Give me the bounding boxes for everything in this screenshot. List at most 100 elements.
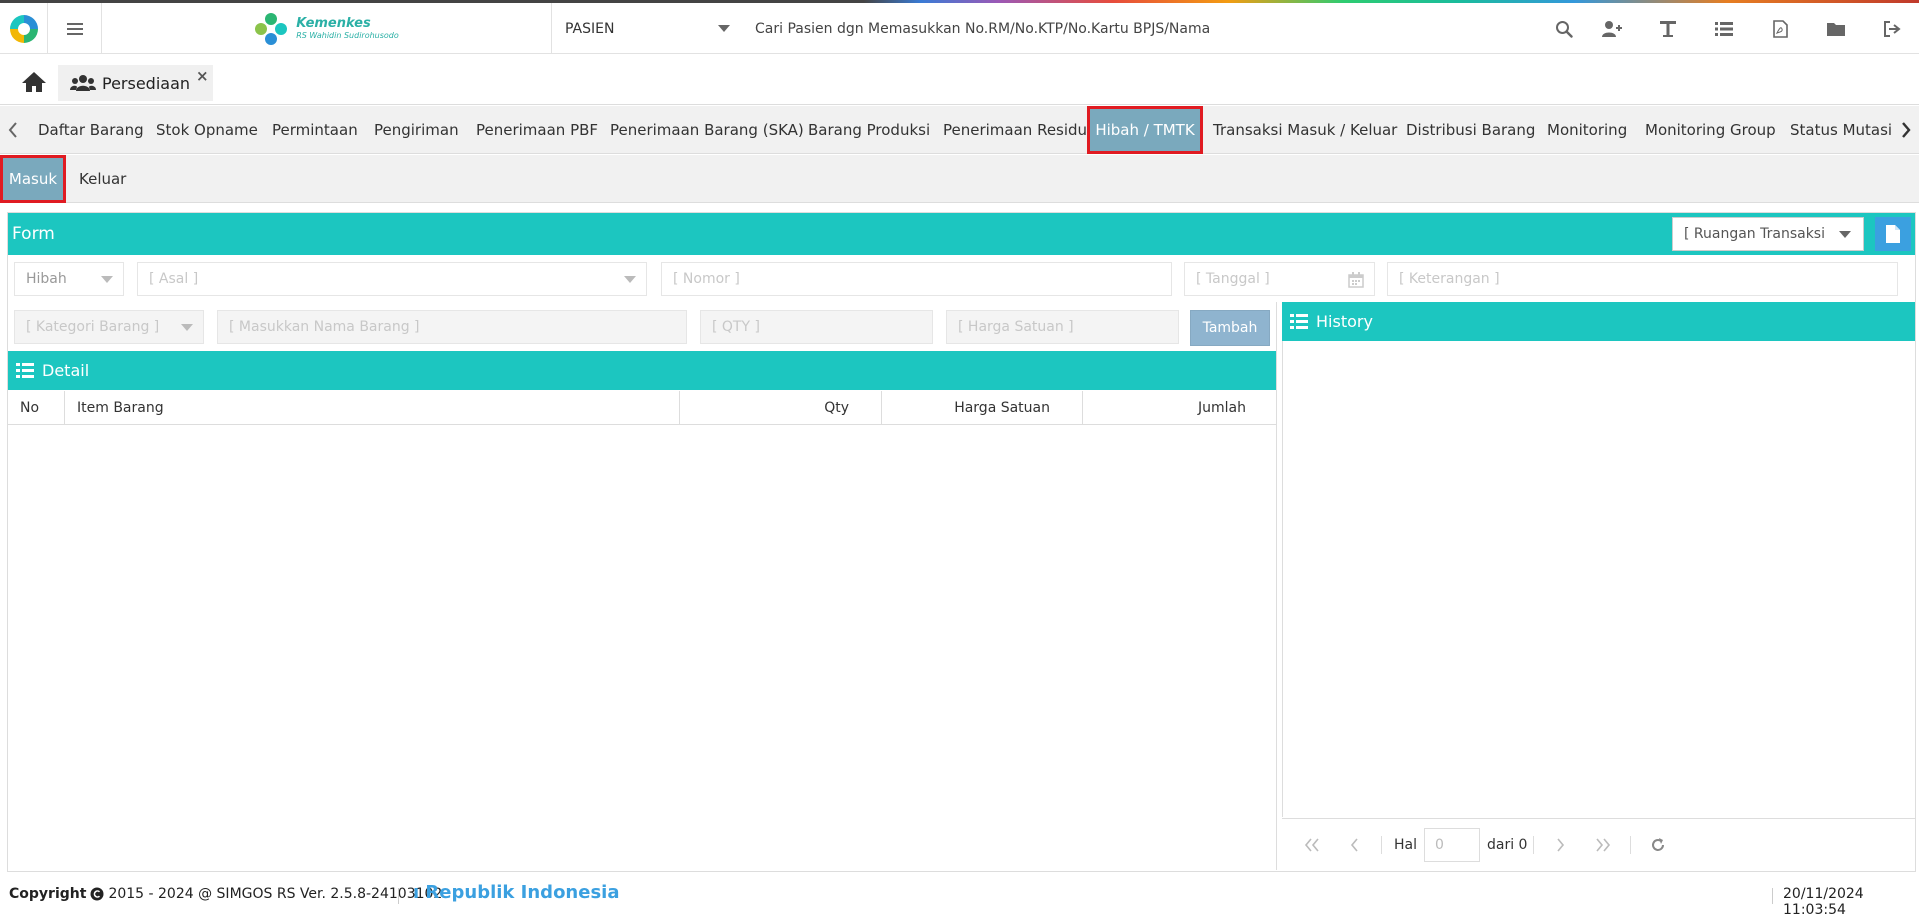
form-header-bar — [8, 213, 1915, 255]
keterangan-input[interactable] — [1387, 262, 1898, 296]
hamburger-icon — [66, 22, 83, 35]
chevron-down-icon — [1839, 231, 1851, 238]
last-page-button[interactable] — [1582, 825, 1624, 865]
patient-search-input[interactable] — [743, 3, 1523, 54]
tab-distribusi-barang[interactable]: Distribusi Barang — [1395, 106, 1546, 154]
text-button[interactable] — [1640, 3, 1696, 54]
double-chevron-right-icon — [1596, 837, 1611, 852]
column-qty[interactable]: Qty — [680, 391, 882, 425]
list-button[interactable] — [1696, 3, 1752, 54]
pdf-button[interactable] — [1752, 3, 1808, 54]
sub-tab-bar: Masuk Keluar — [0, 155, 1919, 203]
refresh-button[interactable] — [1637, 825, 1679, 865]
tanggal-placeholder: [ Tanggal ] — [1196, 271, 1270, 287]
tab-permintaan[interactable]: Permintaan — [261, 106, 369, 154]
copyright-icon — [90, 887, 104, 901]
detail-table-header: No Item Barang Qty Harga Satuan Jumlah — [8, 391, 1276, 425]
detail-header-bar: Detail — [8, 351, 1276, 390]
tab-penerimaan-pbf[interactable]: Penerimaan PBF — [465, 106, 609, 154]
patient-type-value: PASIEN — [565, 20, 615, 37]
tab-pengiriman[interactable]: Pengiriman — [363, 106, 470, 154]
footer-separator — [1772, 888, 1773, 904]
double-chevron-left-icon — [1304, 837, 1319, 852]
search-icon — [1556, 20, 1573, 38]
history-title: History — [1316, 312, 1373, 331]
ruangan-transaksi-value: [ Ruangan Transaksi — [1684, 226, 1825, 242]
brand-name: Kemenkes — [296, 16, 371, 31]
tanggal-input[interactable]: [ Tanggal ] — [1184, 262, 1375, 296]
nomor-input[interactable] — [661, 262, 1172, 296]
scroll-left-button[interactable] — [0, 106, 26, 154]
folder-button[interactable] — [1808, 3, 1864, 54]
copyright-label: Copyright — [9, 886, 87, 902]
copyright: Copyright 2015 - 2024 @ SIMGOS RS Ver. 2… — [9, 886, 442, 902]
column-item-barang[interactable]: Item Barang — [65, 391, 680, 425]
document-icon — [1886, 225, 1900, 243]
history-list — [1282, 341, 1915, 817]
chevron-right-icon — [1902, 122, 1911, 138]
tab-daftar-barang[interactable]: Daftar Barang — [27, 106, 155, 154]
column-jumlah[interactable]: Jumlah — [1083, 391, 1276, 425]
users-icon — [70, 75, 96, 91]
current-datetime: 20/11/2024 11:03:54 — [1783, 886, 1864, 918]
patient-type-select[interactable]: PASIEN — [553, 3, 740, 54]
home-icon — [22, 72, 46, 92]
list-icon — [16, 363, 34, 378]
tab-status-mutasi[interactable]: Status Mutasi E — [1779, 106, 1893, 154]
page-count-label: dari 0 — [1487, 836, 1528, 853]
tab-penerimaan-residu[interactable]: Penerimaan Residu — [932, 106, 1098, 154]
column-no[interactable]: No — [8, 391, 65, 425]
brand-logo: Kemenkes RS Wahidin Sudirohusodo — [102, 3, 552, 54]
asal-select[interactable]: [ Asal ] — [137, 262, 647, 296]
pager-separator — [1533, 835, 1535, 854]
scroll-right-button[interactable] — [1893, 106, 1919, 154]
column-harga-satuan[interactable]: Harga Satuan — [882, 391, 1083, 425]
list-icon — [1715, 21, 1733, 36]
prev-page-button[interactable] — [1333, 825, 1375, 865]
chevron-down-icon — [101, 276, 113, 283]
tab-keluar[interactable]: Keluar — [69, 155, 136, 203]
logout-icon — [1884, 20, 1901, 37]
chevron-right-icon — [1557, 837, 1565, 852]
kemenkes-logo-icon — [255, 12, 288, 45]
tab-transaksi-masuk-keluar[interactable]: Transaksi Masuk / Keluar — [1202, 106, 1408, 154]
footer-separator — [398, 888, 399, 904]
text-icon — [1660, 20, 1676, 37]
history-header-bar: History — [1282, 302, 1915, 341]
tab-stok-opname[interactable]: Stok Opname — [145, 106, 269, 154]
chevron-left-icon — [1350, 837, 1358, 852]
home-tab[interactable] — [12, 65, 56, 99]
logout-button[interactable] — [1864, 3, 1919, 54]
chevron-down-icon — [718, 25, 730, 32]
tab-monitoring[interactable]: Monitoring — [1536, 106, 1638, 154]
tab-persediaan[interactable]: Persediaan — [58, 65, 213, 101]
pdf-icon — [1772, 19, 1788, 38]
tab-hibah-tmtk[interactable]: Hibah / TMTK — [1087, 106, 1203, 154]
page-number-input[interactable] — [1424, 827, 1480, 862]
add-user-button[interactable] — [1584, 3, 1640, 54]
tab-persediaan-label: Persediaan — [102, 73, 191, 93]
jenis-select[interactable]: Hibah — [14, 262, 124, 296]
tab-penerimaan-barang-ska[interactable]: Penerimaan Barang (SKA) — [599, 106, 815, 154]
close-tab-button[interactable]: × — [196, 67, 209, 85]
hamburger-menu-button[interactable] — [48, 3, 102, 54]
jenis-value: Hibah — [26, 271, 67, 287]
news-ticker: ı Republik Indonesia — [413, 882, 620, 903]
history-pager: Hal dari 0 — [1282, 818, 1915, 870]
new-document-button[interactable] — [1875, 217, 1911, 251]
simgos-logo-icon — [8, 13, 39, 44]
feature-tab-bar: Daftar Barang Stok Opname Permintaan Pen… — [0, 106, 1919, 154]
module-tab-strip: Persediaan × — [0, 55, 1919, 105]
tab-masuk[interactable]: Masuk — [0, 155, 66, 203]
brand-subtitle: RS Wahidin Sudirohusodo — [296, 31, 399, 40]
first-page-button[interactable] — [1291, 825, 1333, 865]
chevron-down-icon — [624, 276, 636, 283]
app-logo[interactable] — [0, 3, 48, 54]
tab-monitoring-group[interactable]: Monitoring Group — [1634, 106, 1787, 154]
next-page-button[interactable] — [1540, 825, 1582, 865]
chevron-left-icon — [8, 122, 17, 138]
ruangan-transaksi-select[interactable]: [ Ruangan Transaksi — [1672, 217, 1864, 251]
detail-title: Detail — [42, 361, 90, 380]
calendar-icon[interactable] — [1348, 272, 1364, 288]
tab-barang-produksi[interactable]: Barang Produksi — [797, 106, 941, 154]
